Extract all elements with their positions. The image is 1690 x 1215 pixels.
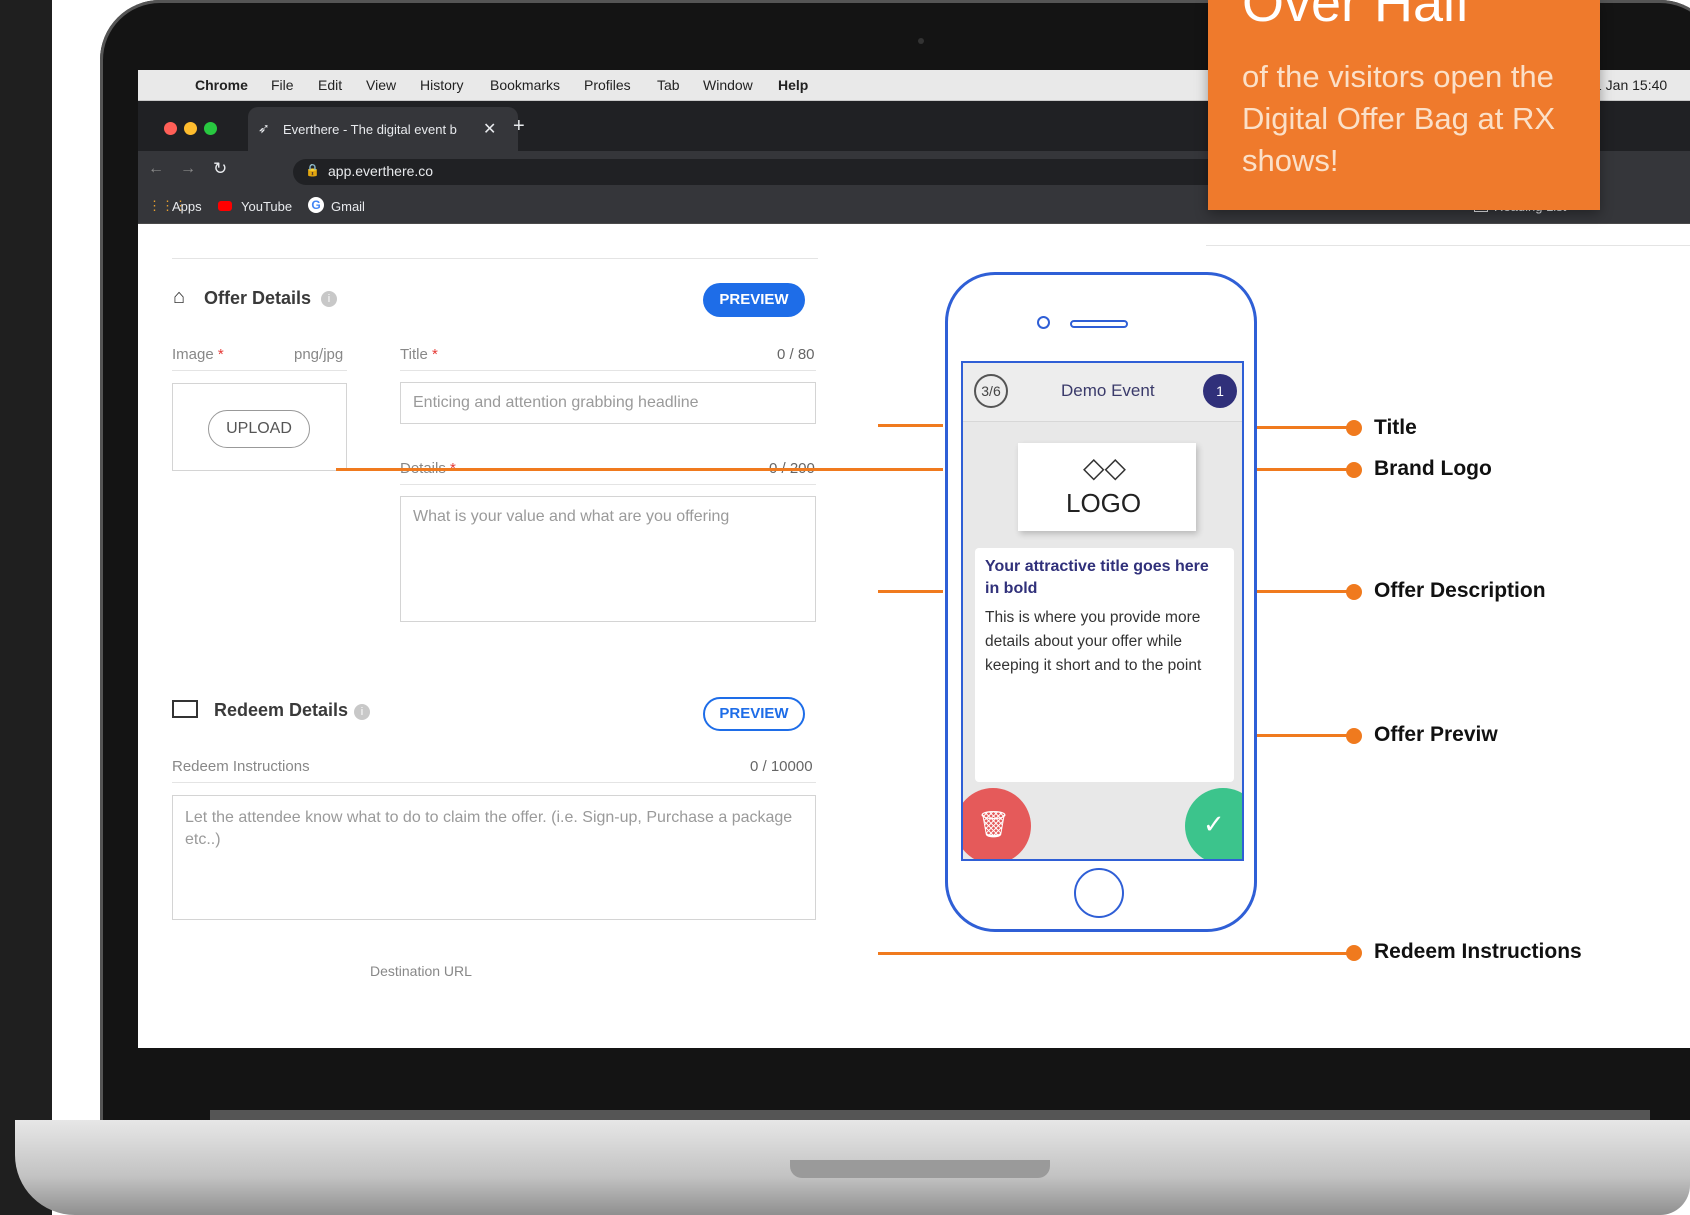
logo-text: LOGO (1066, 488, 1142, 518)
phone-badge: 1 (1203, 374, 1237, 408)
callout-dot (1346, 728, 1362, 744)
menu-tab[interactable]: Tab (657, 77, 680, 93)
camera (918, 38, 924, 44)
promo-text: of the visitors open the Digital Offer B… (1242, 59, 1556, 178)
connector-line (1257, 426, 1350, 429)
destination-url-label: Destination URL (370, 963, 472, 979)
menu-edit[interactable]: Edit (318, 77, 342, 93)
callout-dot (1346, 584, 1362, 600)
callout-dot (1346, 462, 1362, 478)
redeem-instructions-label: Redeem Instructions (172, 758, 310, 775)
reload-icon[interactable]: ↻ (213, 159, 227, 179)
window-minimize-button[interactable] (184, 122, 197, 135)
menu-history[interactable]: History (420, 77, 464, 93)
phone-speaker (1070, 320, 1128, 328)
tab-close-icon[interactable]: ✕ (483, 119, 496, 139)
connector-line (1257, 468, 1350, 471)
bookmark-apps[interactable]: Apps (172, 199, 202, 214)
logo-mark-icon: ◇◇ (1083, 452, 1127, 483)
callout-dot (1346, 420, 1362, 436)
laptop-screen: Chrome File Edit View History Bookmarks … (138, 70, 1690, 1048)
details-textarea[interactable]: What is your value and what are you offe… (400, 496, 816, 622)
title-label-text: Title (400, 346, 428, 363)
offer-section-title: Offer Details (204, 288, 312, 308)
left-edge (0, 0, 52, 1215)
bookmark-youtube[interactable]: YouTube (241, 199, 292, 214)
callout-redeem-instructions: Redeem Instructions (1374, 940, 1582, 963)
upload-button[interactable]: UPLOAD (208, 410, 310, 448)
image-hint: png/jpg (294, 346, 344, 363)
tab-favicon-icon: ➶ (258, 120, 270, 136)
youtube-icon (218, 201, 232, 211)
envelope-icon (172, 700, 198, 718)
menu-bookmarks[interactable]: Bookmarks (490, 77, 560, 93)
trash-icon: 🗑 (977, 809, 1011, 839)
bag-check-icon: ✓ (1203, 809, 1225, 839)
new-tab-button[interactable]: + (513, 115, 525, 138)
lock-icon: 🔒 (305, 163, 320, 177)
callout-title: Title (1374, 416, 1417, 439)
info-icon[interactable]: i (354, 704, 370, 720)
connector-line (336, 468, 943, 471)
tab-title[interactable]: Everthere - The digital event b (283, 122, 457, 137)
menu-view[interactable]: View (366, 77, 396, 93)
divider (1206, 245, 1690, 246)
menu-app[interactable]: Chrome (195, 77, 248, 93)
phone-event-title: Demo Event (1061, 381, 1155, 400)
offer-preview-button[interactable]: PREVIEW (703, 283, 805, 317)
image-label-text: Image (172, 346, 214, 363)
bookmark-gmail[interactable]: Gmail (331, 199, 365, 214)
menu-help[interactable]: Help (778, 77, 808, 93)
url-text: app.everthere.co (328, 163, 434, 179)
redeem-instructions-counter: 0 / 10000 (750, 758, 813, 775)
title-input[interactable]: Enticing and attention grabbing headline (400, 382, 816, 424)
phone-counter: 3/6 (974, 374, 1008, 408)
phone-home-button (1074, 868, 1124, 918)
connector-line (878, 590, 943, 593)
callout-brand-logo: Brand Logo (1374, 457, 1492, 480)
divider (172, 370, 347, 371)
divider (400, 370, 816, 371)
callout-offer-preview: Offer Previw (1374, 723, 1498, 746)
bag-icon: ⌂ (173, 286, 186, 308)
promo-headline: Over Half (1242, 0, 1471, 33)
connector-line (1257, 590, 1350, 593)
offer-card-body: This is where you provide more details a… (985, 609, 1202, 674)
promo-badge: Over Half of the visitors open the Digit… (1208, 0, 1600, 210)
title-label: Title * (400, 346, 438, 363)
window-close-button[interactable] (164, 122, 177, 135)
connector-line (1257, 734, 1350, 737)
redeem-instructions-textarea[interactable]: Let the attendee know what to do to clai… (172, 795, 816, 920)
menu-file[interactable]: File (271, 77, 294, 93)
offer-card-title: Your attractive title goes here in bold (985, 558, 1209, 597)
back-icon[interactable]: ← (148, 160, 164, 178)
menu-profiles[interactable]: Profiles (584, 77, 631, 93)
divider (172, 258, 818, 259)
menubar-clock: 1 Jan 15:40 (1594, 77, 1668, 93)
google-icon: G (308, 197, 324, 213)
phone-camera (1037, 316, 1050, 329)
required-mark: * (431, 346, 438, 363)
menu-window[interactable]: Window (703, 77, 753, 93)
redeem-preview-button[interactable]: PREVIEW (703, 697, 805, 731)
callout-offer-description: Offer Description (1374, 579, 1546, 602)
forward-icon[interactable]: → (180, 160, 196, 178)
info-icon[interactable]: i (321, 291, 337, 307)
window-maximize-button[interactable] (204, 122, 217, 135)
divider (400, 484, 816, 485)
callout-dot (1346, 945, 1362, 961)
image-label: Image * (172, 346, 224, 363)
divider (172, 782, 816, 783)
phone-screen: 3/6 Demo Event 1 ◇◇ LOGO Your attractive… (961, 361, 1244, 861)
connector-line (878, 952, 1350, 955)
connector-line (878, 424, 943, 427)
title-counter: 0 / 80 (777, 346, 815, 363)
laptop-notch (790, 1160, 1050, 1178)
required-mark: * (217, 346, 224, 363)
redeem-section-title: Redeem Details (214, 700, 349, 720)
